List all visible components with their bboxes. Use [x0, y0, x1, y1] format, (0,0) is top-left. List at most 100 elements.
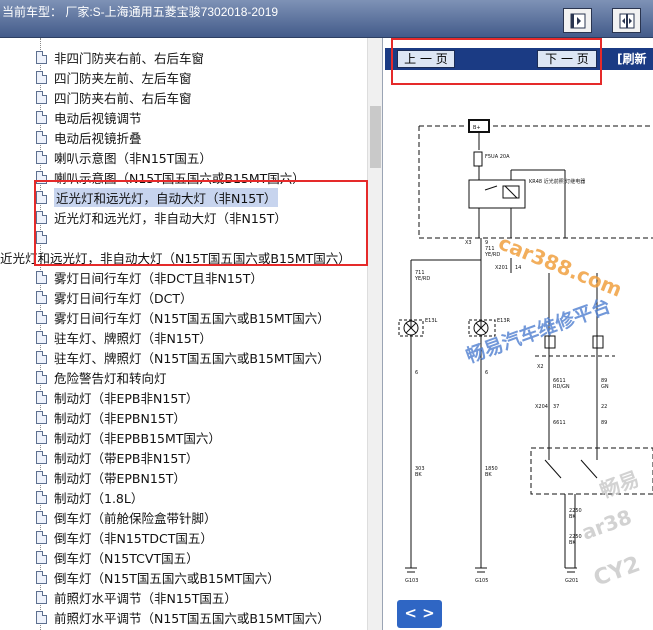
- window-header: 当前车型： 厂家:S-上海通用五菱宝骏7302018-2019: [0, 0, 653, 38]
- document-icon: [36, 70, 47, 84]
- tree-item[interactable]: 制动灯（1.8L）: [36, 487, 143, 507]
- tree-item-label: 制动灯（非EPBB15MT国六）: [54, 430, 221, 446]
- tree-item[interactable]: 制动灯（非EPBB15MT国六）: [36, 427, 221, 447]
- watermark-corner-1: 畅易: [597, 466, 643, 502]
- tree-item[interactable]: 危险警告灯和转向灯: [36, 367, 167, 387]
- tree-item[interactable]: 制动灯（非EPBN15T）: [36, 407, 186, 427]
- document-icon: [36, 450, 47, 464]
- tree-item-label: 制动灯（非EPB非N15T）: [54, 390, 199, 406]
- wire-bk-4-label: BK: [569, 540, 576, 546]
- tree-item-label: 非四门防夹右前、右后车窗: [54, 50, 205, 66]
- tree-item[interactable]: 倒车灯（前舱保险盒带针脚）: [36, 507, 217, 527]
- tree-item[interactable]: 喇叭示意图（非N15T国五）: [36, 147, 212, 167]
- wire-bk-2-label: BK: [485, 472, 492, 478]
- tree-item[interactable]: 制动灯（带EPBN15T）: [36, 467, 186, 487]
- document-icon: [36, 370, 47, 384]
- fuse-label: F5UA 20A: [485, 154, 510, 160]
- tree-item[interactable]: 驻车灯、牌照灯（非N15T）: [36, 327, 212, 347]
- tree-item-label: 电动后视镜调节: [54, 110, 142, 126]
- pin-6-right-label: 6: [485, 370, 488, 376]
- document-icon: [36, 350, 47, 364]
- tree-item-label: 雾灯日间行车灯（DCT）: [54, 290, 193, 306]
- vehicle-model-title: 当前车型： 厂家:S-上海通用五菱宝骏7302018-2019: [2, 5, 279, 19]
- tree-scrollbar[interactable]: [367, 38, 382, 630]
- tree-item[interactable]: 前照灯水平调节（非N15T国五）: [36, 587, 237, 607]
- document-icon: [36, 590, 47, 604]
- tree-item-label: 雾灯日间行车灯（非DCT且非N15T）: [54, 270, 263, 286]
- tree-item[interactable]: 倒车灯（N15TCVT国五）: [36, 547, 199, 567]
- diagram-tree-panel: 非四门防夹右前、右后车窗 四门防夹左前、左后车窗 四门防夹右前、右后车窗 电动后视镜调…: [0, 38, 383, 630]
- tree-item[interactable]: 雾灯日间行车灯（N15T国五国六或B15MT国六）: [36, 307, 330, 327]
- document-icon: [36, 550, 47, 564]
- tree-item-label: 制动灯（带EPB非N15T）: [54, 450, 199, 466]
- split-view-icon: [619, 13, 634, 28]
- pin-22-label: 22: [601, 404, 607, 410]
- document-icon: [36, 570, 47, 584]
- conn-x201-label: X201: [495, 265, 508, 271]
- document-icon: [36, 610, 47, 624]
- panel-left-button[interactable]: [563, 8, 592, 33]
- battery-label: B+: [473, 125, 481, 131]
- tree-item[interactable]: 四门防夹左前、左后车窗: [36, 67, 192, 87]
- watermark-brand: 畅易汽车维修平台: [463, 294, 614, 368]
- document-icon: [36, 490, 47, 504]
- ground-g105-label: G105: [475, 578, 488, 584]
- tree-item-label: 电动后视镜折叠: [54, 130, 142, 146]
- wire-6611-lower-label: 6611: [553, 420, 566, 426]
- document-icon: [36, 130, 47, 144]
- panel-split-button[interactable]: [612, 8, 641, 33]
- tree-scroll-thumb[interactable]: [370, 106, 381, 168]
- tree-item-label: 前照灯水平调节（非N15T国五）: [54, 590, 237, 606]
- tree-item-label: 倒车灯（N15T国五国六或B15MT国六）: [54, 570, 280, 586]
- wire-gn-label: GN: [601, 384, 609, 390]
- tree-item[interactable]: 驻车灯、牌照灯（N15T国五国六或B15MT国六）: [36, 347, 330, 367]
- tree-item[interactable]: 雾灯日间行车灯（非DCT且非N15T）: [36, 267, 263, 287]
- tree-item[interactable]: 非四门防夹右前、右后车窗: [36, 47, 204, 67]
- watermark-corner-3: CY2: [591, 552, 644, 592]
- lamp-right-label: E13R: [497, 318, 511, 324]
- conn-x3-label: X3: [465, 240, 472, 246]
- tree-item[interactable]: 倒车灯（非N15TDCT国五）: [36, 527, 213, 547]
- tree-item-label: 驻车灯、牌照灯（非N15T）: [54, 330, 212, 346]
- tree-item[interactable]: 雾灯日间行车灯（DCT）: [36, 287, 193, 307]
- document-icon: [36, 510, 47, 524]
- wire-yerd-left-label: YE/RD: [414, 276, 430, 282]
- document-icon: [36, 50, 47, 64]
- wire-bk-1-label: BK: [415, 472, 422, 478]
- tree-item[interactable]: 制动灯（带EPB非N15T）: [36, 447, 198, 467]
- document-icon: [36, 410, 47, 424]
- tree-item-label: 倒车灯（N15TCVT国五）: [54, 550, 199, 566]
- pin-14-label: 14: [515, 265, 521, 271]
- nav-highlight-box: [391, 38, 602, 85]
- document-icon: [36, 270, 47, 284]
- tree-item[interactable]: 前照灯水平调节（N15T国五国六或B15MT国六）: [36, 607, 330, 627]
- tree-item-label: 雾灯日间行车灯（N15T国五国六或B15MT国六）: [54, 310, 330, 326]
- document-icon: [36, 430, 47, 444]
- tree-item[interactable]: 制动灯（非EPB非N15T）: [36, 387, 198, 407]
- panel-left-icon: [570, 13, 585, 28]
- tree-item-label: 制动灯（非EPBN15T）: [54, 410, 186, 426]
- tree-item[interactable]: 电动后视镜折叠: [36, 127, 142, 147]
- document-icon: [36, 310, 47, 324]
- document-icon: [36, 530, 47, 544]
- tree-item[interactable]: 电动后视镜调节: [36, 107, 142, 127]
- tree-item-label: 四门防夹右前、右后车窗: [54, 90, 192, 106]
- tree-item[interactable]: 四门防夹右前、右后车窗: [36, 87, 192, 107]
- tree-item-label: 制动灯（1.8L）: [54, 490, 144, 506]
- tree-item-label: 制动灯（带EPBN15T）: [54, 470, 186, 486]
- tree-item-label: 四门防夹左前、左后车窗: [54, 70, 192, 86]
- wire-89-lower-label: 89: [601, 420, 607, 426]
- relay-label: KR48 近光前照 灯继电器: [529, 178, 585, 185]
- page-arrows-button[interactable]: < >: [397, 600, 442, 628]
- document-icon: [36, 390, 47, 404]
- tree-item-label: 危险警告灯和转向灯: [54, 370, 167, 386]
- document-icon: [36, 470, 47, 484]
- lamp-left-label: E13L: [425, 318, 438, 324]
- tree-item-label: 驻车灯、牌照灯（N15T国五国六或B15MT国六）: [54, 350, 330, 366]
- tree-item-label: 倒车灯（非N15TDCT国五）: [54, 530, 213, 546]
- document-icon: [36, 90, 47, 104]
- tree-item-label: 倒车灯（前舱保险盒带针脚）: [54, 510, 217, 526]
- tree-item[interactable]: 倒车灯（N15T国五国六或B15MT国六）: [36, 567, 280, 587]
- pin-37-label: 37: [553, 404, 559, 410]
- ground-g103-label: G103: [405, 578, 418, 584]
